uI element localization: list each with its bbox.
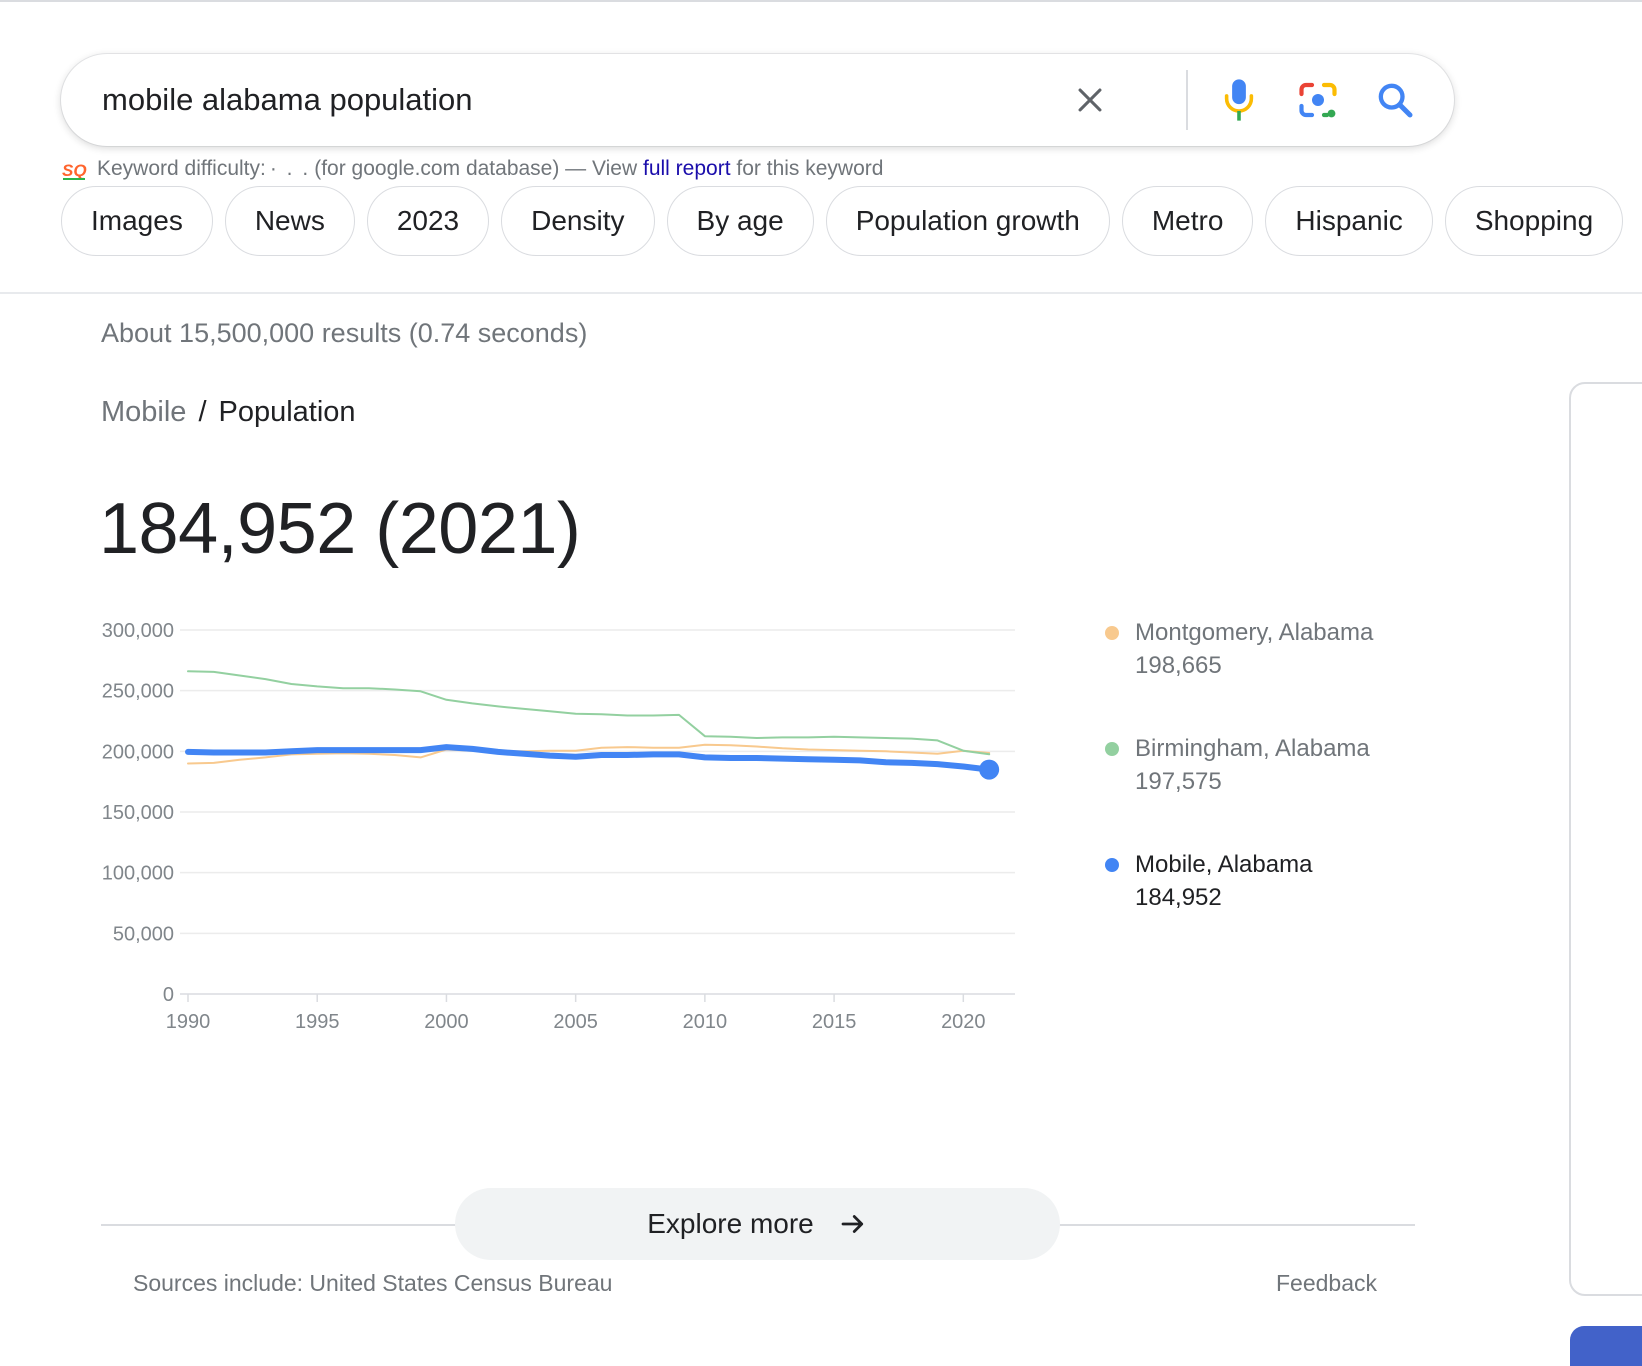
- series-line-birmingham: [187, 670, 991, 756]
- legend-name-mobile: Mobile, Alabama: [1135, 851, 1313, 878]
- y-tick-label: 100,000: [102, 863, 174, 885]
- side-panel-button[interactable]: [1570, 1326, 1642, 1366]
- chip-by-age[interactable]: By age: [666, 186, 814, 256]
- explore-more-label: Explore more: [647, 1208, 814, 1239]
- microphone-icon[interactable]: [1215, 76, 1263, 124]
- population-chart[interactable]: 0 50,000 100,000 150,000 200,000 250,000 300,0…: [80, 605, 1040, 1065]
- y-tick-label: 150,000: [102, 802, 174, 824]
- chip-metro[interactable]: Metro: [1121, 186, 1254, 256]
- chip-images[interactable]: Images: [61, 186, 213, 256]
- legend-item-birmingham[interactable]: Birmingham, Alabama 197,575: [1105, 732, 1385, 798]
- explore-more-button[interactable]: Explore more: [455, 1188, 1060, 1260]
- header-divider: [0, 292, 1642, 294]
- legend-name-montgomery: Montgomery, Alabama: [1135, 619, 1374, 646]
- x-tick-label: 2000: [424, 1011, 469, 1033]
- search-icon[interactable]: [1371, 76, 1419, 124]
- legend-item-montgomery[interactable]: Montgomery, Alabama 198,665: [1105, 616, 1385, 682]
- chip-shopping[interactable]: Shopping: [1444, 186, 1624, 256]
- keyword-difficulty-dots: · . .: [269, 157, 311, 180]
- chart-legend: Montgomery, Alabama 198,665 Birmingham, …: [1105, 616, 1385, 964]
- breadcrumb-parent[interactable]: Mobile: [101, 396, 186, 429]
- y-tick-label: 0: [163, 984, 174, 1006]
- search-divider: [1186, 70, 1188, 130]
- breadcrumb-current: Population: [218, 396, 356, 428]
- keyword-suffix: for this keyword: [736, 157, 884, 180]
- y-tick-label: 50,000: [113, 923, 174, 945]
- x-tick-label: 2010: [683, 1011, 728, 1033]
- search-box[interactable]: [61, 54, 1454, 146]
- x-tick-label: 2020: [941, 1011, 986, 1033]
- keyword-difficulty-label: Keyword difficulty:: [97, 157, 266, 180]
- x-tick-label: 1995: [295, 1011, 340, 1033]
- arrow-right-icon: [841, 1215, 863, 1233]
- legend-dot-montgomery: [1105, 626, 1119, 640]
- chip-density[interactable]: Density: [501, 186, 655, 256]
- legend-dot-mobile: [1105, 858, 1119, 872]
- top-divider: [0, 0, 1642, 2]
- population-headline: 184,952 (2021): [99, 489, 581, 569]
- legend-value-mobile: 184,952: [1135, 884, 1222, 911]
- semrush-logo-icon: SQ: [61, 156, 87, 182]
- search-input[interactable]: [102, 78, 1122, 122]
- refinement-chips: Images News 2023 Density By age Populati…: [61, 186, 1624, 260]
- camera-lens-icon[interactable]: [1294, 76, 1342, 124]
- legend-item-mobile[interactable]: Mobile, Alabama 184,952: [1105, 848, 1385, 914]
- breadcrumb: Mobile / Population: [101, 396, 356, 429]
- chip-2023[interactable]: 2023: [366, 186, 490, 256]
- y-tick-label: 200,000: [102, 741, 174, 763]
- x-tick-label: 2015: [812, 1011, 857, 1033]
- chip-population-growth[interactable]: Population growth: [825, 186, 1110, 256]
- close-icon[interactable]: [1066, 76, 1114, 124]
- svg-text:SQ: SQ: [62, 161, 87, 180]
- legend-name-birmingham: Birmingham, Alabama: [1135, 735, 1370, 762]
- keyword-difficulty-bar: SQ Keyword difficulty: · . . (for google…: [61, 154, 883, 184]
- breadcrumb-separator: /: [198, 396, 207, 428]
- x-tick-label: 1990: [166, 1011, 211, 1033]
- full-report-link[interactable]: full report: [643, 157, 731, 181]
- sources-text: Sources include: United States Census Bu…: [133, 1270, 613, 1296]
- y-tick-label: 250,000: [102, 681, 174, 703]
- legend-value-birmingham: 197,575: [1135, 768, 1222, 795]
- feedback-link[interactable]: Feedback: [1276, 1270, 1377, 1297]
- keyword-database-text: (for google.com database) — View: [314, 157, 638, 180]
- y-tick-label: 300,000: [102, 620, 174, 642]
- chip-hispanic[interactable]: Hispanic: [1265, 186, 1433, 256]
- series-point-mobile: [979, 759, 1000, 780]
- legend-value-montgomery: 198,665: [1135, 652, 1222, 679]
- side-panel: [1569, 382, 1642, 1296]
- legend-dot-birmingham: [1105, 742, 1119, 756]
- results-stats: About 15,500,000 results (0.74 seconds): [101, 318, 588, 348]
- chip-news[interactable]: News: [224, 186, 355, 256]
- x-tick-label: 2005: [553, 1011, 598, 1033]
